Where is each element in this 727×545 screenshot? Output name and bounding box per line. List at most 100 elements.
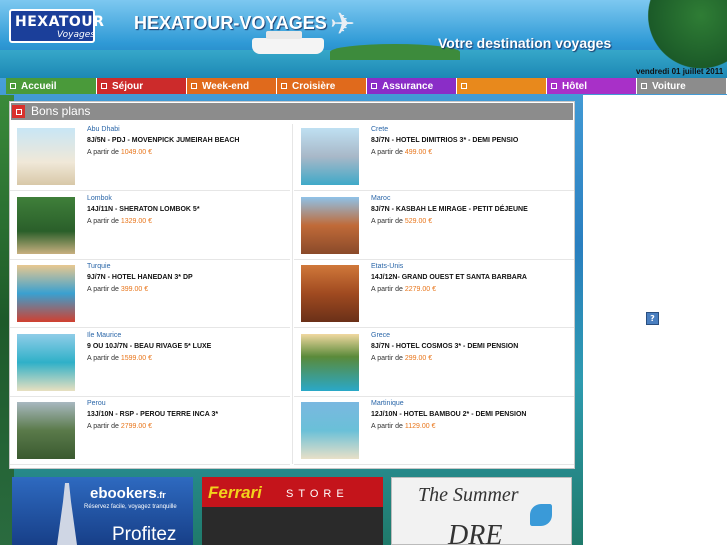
deal-title[interactable]: 8J/7N - KASBAH LE MIRAGE - PETIT DÉJEUNE: [371, 206, 528, 213]
ebookers-ad[interactable]: ebookers.fr Réservez facile, voyagez tra…: [12, 477, 193, 545]
deal-image[interactable]: [17, 196, 75, 254]
deal-price: 529.00 €: [404, 217, 433, 225]
nav-label: Assurance: [382, 80, 434, 92]
summer-title: The Summer: [418, 484, 519, 506]
deal-card[interactable]: Perou 13J/10N - RSP - PEROU TERRE INCA 3…: [10, 396, 290, 465]
deal-card[interactable]: Grece 8J/7N - HOTEL COSMOS 3* - DEMI PEN…: [294, 328, 574, 397]
summer-ad[interactable]: The Summer DRE: [391, 477, 572, 545]
ad-background: [202, 507, 383, 545]
deal-title[interactable]: 9J/7N - HOTEL HANEDAN 3* DP: [87, 274, 193, 281]
deal-price-line: A partir de 399.00 €: [87, 286, 148, 293]
deal-title[interactable]: 8J/5N - PDJ - MOVENPICK JUMEIRAH BEACH: [87, 137, 239, 144]
deal-image[interactable]: [17, 265, 75, 322]
deal-price-line: A partir de 1129.00 €: [371, 423, 436, 430]
nav-label: Séjour: [112, 80, 144, 92]
deal-price-prefix: A partir de: [87, 423, 119, 430]
deal-destination[interactable]: Lombok: [87, 195, 112, 202]
nav-hotel[interactable]: Hôtel: [547, 78, 637, 94]
ebookers-tagline: Réservez facile, voyagez tranquille: [84, 504, 177, 510]
deal-price-prefix: A partir de: [87, 149, 119, 156]
deal-price-prefix: A partir de: [371, 217, 403, 225]
deal-destination[interactable]: Martinique: [371, 400, 404, 407]
nav-bullet-icon: [101, 83, 107, 89]
site-title: HEXATOUR-VOYAGES: [134, 13, 327, 33]
deal-price-line: A partir de 299.00 €: [371, 355, 432, 362]
main-nav: Accueil Séjour Week-end Croisière Assura…: [6, 78, 727, 94]
deal-card[interactable]: Abu Dhabi 8J/5N - PDJ - MOVENPICK JUMEIR…: [10, 122, 290, 191]
ferrari-store-ad[interactable]: Ferrari STORE: [202, 477, 383, 545]
nav-label: Voiture: [652, 80, 686, 92]
deal-title[interactable]: 8J/7N - HOTEL COSMOS 3* - DEMI PENSION: [371, 343, 518, 350]
deal-title[interactable]: 9 OU 10J/7N - BEAU RIVAGE 5* LUXE: [87, 343, 211, 350]
deal-title[interactable]: 14J/12N- GRAND OUEST ET SANTA BARBARA: [371, 274, 527, 281]
nav-label: Hôtel: [562, 80, 587, 92]
nav-label: Croisière: [292, 80, 336, 92]
deal-image[interactable]: [17, 128, 75, 185]
deal-destination[interactable]: Abu Dhabi: [87, 126, 120, 133]
help-icon[interactable]: ?: [646, 312, 659, 325]
nav-bullet-icon: [551, 83, 557, 89]
deal-card[interactable]: Crete 8J/7N - HOTEL DIMITRIOS 3* - DEMI …: [294, 122, 574, 191]
summer-line2: DRE: [448, 520, 503, 545]
deal-price: 299.00 €: [404, 354, 433, 362]
deal-price: 1329.00 €: [120, 217, 153, 225]
deal-card[interactable]: Lombok 14J/11N - SHERATON LOMBOK 5* A pa…: [10, 191, 290, 260]
nav-sejour[interactable]: Séjour: [97, 78, 187, 94]
deal-destination[interactable]: Grece: [371, 332, 390, 339]
site-tagline: Votre destination voyages: [438, 35, 612, 51]
deal-destination[interactable]: Etats-Unis: [371, 263, 403, 270]
nav-label: Accueil: [21, 80, 57, 92]
deal-title[interactable]: 13J/10N - RSP - PEROU TERRE INCA 3*: [87, 411, 218, 418]
deal-price: 1129.00 €: [404, 423, 436, 430]
deal-destination[interactable]: Crete: [371, 126, 388, 133]
deal-price: 1599.00 €: [120, 354, 153, 362]
nav-voiture[interactable]: Voiture: [637, 78, 727, 94]
section-header: Bons plans: [11, 103, 573, 120]
deal-card[interactable]: Ile Maurice 9 OU 10J/7N - BEAU RIVAGE 5*…: [10, 328, 290, 397]
nav-accueil[interactable]: Accueil: [6, 78, 97, 94]
nav-week-end[interactable]: Week-end: [187, 78, 277, 94]
deal-image[interactable]: [301, 333, 359, 391]
deal-destination[interactable]: Maroc: [371, 195, 390, 202]
ebookers-brand-name: ebookers: [90, 485, 157, 502]
nav-bullet-icon: [641, 83, 647, 89]
logo-sub: Voyages: [57, 30, 95, 40]
deal-destination[interactable]: Perou: [87, 400, 106, 407]
deal-title[interactable]: 12J/10N - HOTEL BAMBOU 2* - DEMI PENSION: [371, 411, 526, 418]
ebookers-cta: Profitez: [112, 524, 177, 545]
nav-croisiere[interactable]: Croisière: [277, 78, 367, 94]
deal-card[interactable]: Maroc 8J/7N - KASBAH LE MIRAGE - PETIT D…: [294, 191, 574, 260]
site-logo[interactable]: HEXATOUR Voyages: [9, 9, 104, 43]
deal-card[interactable]: Etats-Unis 14J/12N- GRAND OUEST ET SANTA…: [294, 259, 574, 328]
deal-card[interactable]: Martinique 12J/10N - HOTEL BAMBOU 2* - D…: [294, 396, 574, 465]
ebookers-brand: ebookers.fr: [90, 485, 166, 502]
deal-image[interactable]: [301, 128, 359, 185]
deal-title[interactable]: 8J/7N - HOTEL DIMITRIOS 3* - DEMI PENSIO: [371, 137, 518, 144]
cruise-ship-image: [252, 31, 324, 54]
deal-price-prefix: A partir de: [87, 217, 119, 225]
ebookers-brand-suffix: .fr: [156, 490, 166, 500]
deal-destination[interactable]: Turquie: [87, 263, 110, 270]
deal-price-prefix: A partir de: [87, 286, 119, 293]
deal-image[interactable]: [17, 402, 75, 459]
deal-image[interactable]: [301, 402, 359, 459]
nav-assurance[interactable]: Assurance: [367, 78, 457, 94]
deal-price: 399.00 €: [120, 286, 149, 293]
deal-image[interactable]: [17, 333, 75, 391]
deal-destination[interactable]: Ile Maurice: [87, 332, 121, 339]
logo-name: HEXATOUR: [15, 14, 105, 30]
deal-card[interactable]: Turquie 9J/7N - HOTEL HANEDAN 3* DP A pa…: [10, 259, 290, 328]
current-date: vendredi 01 juillet 2011: [636, 67, 724, 76]
site-header: ✈ HEXATOUR Voyages HEXATOUR-VOYAGES Votr…: [0, 0, 727, 78]
deal-title[interactable]: 14J/11N - SHERATON LOMBOK 5*: [87, 206, 200, 213]
deal-price-prefix: A partir de: [371, 423, 403, 430]
deal-price-line: A partir de 1329.00 €: [87, 218, 152, 225]
deal-image[interactable]: [301, 265, 359, 322]
bons-plans-panel: Bons plans Abu Dhabi 8J/5N - PDJ - MOVEN…: [9, 101, 575, 469]
deal-price: 499.00 €: [404, 149, 433, 156]
deal-price-prefix: A partir de: [371, 149, 403, 156]
airplane-icon: ✈: [330, 7, 356, 42]
deal-price: 1049.00 €: [120, 149, 153, 156]
nav-blank[interactable]: [457, 78, 547, 94]
deal-image[interactable]: [301, 196, 359, 254]
